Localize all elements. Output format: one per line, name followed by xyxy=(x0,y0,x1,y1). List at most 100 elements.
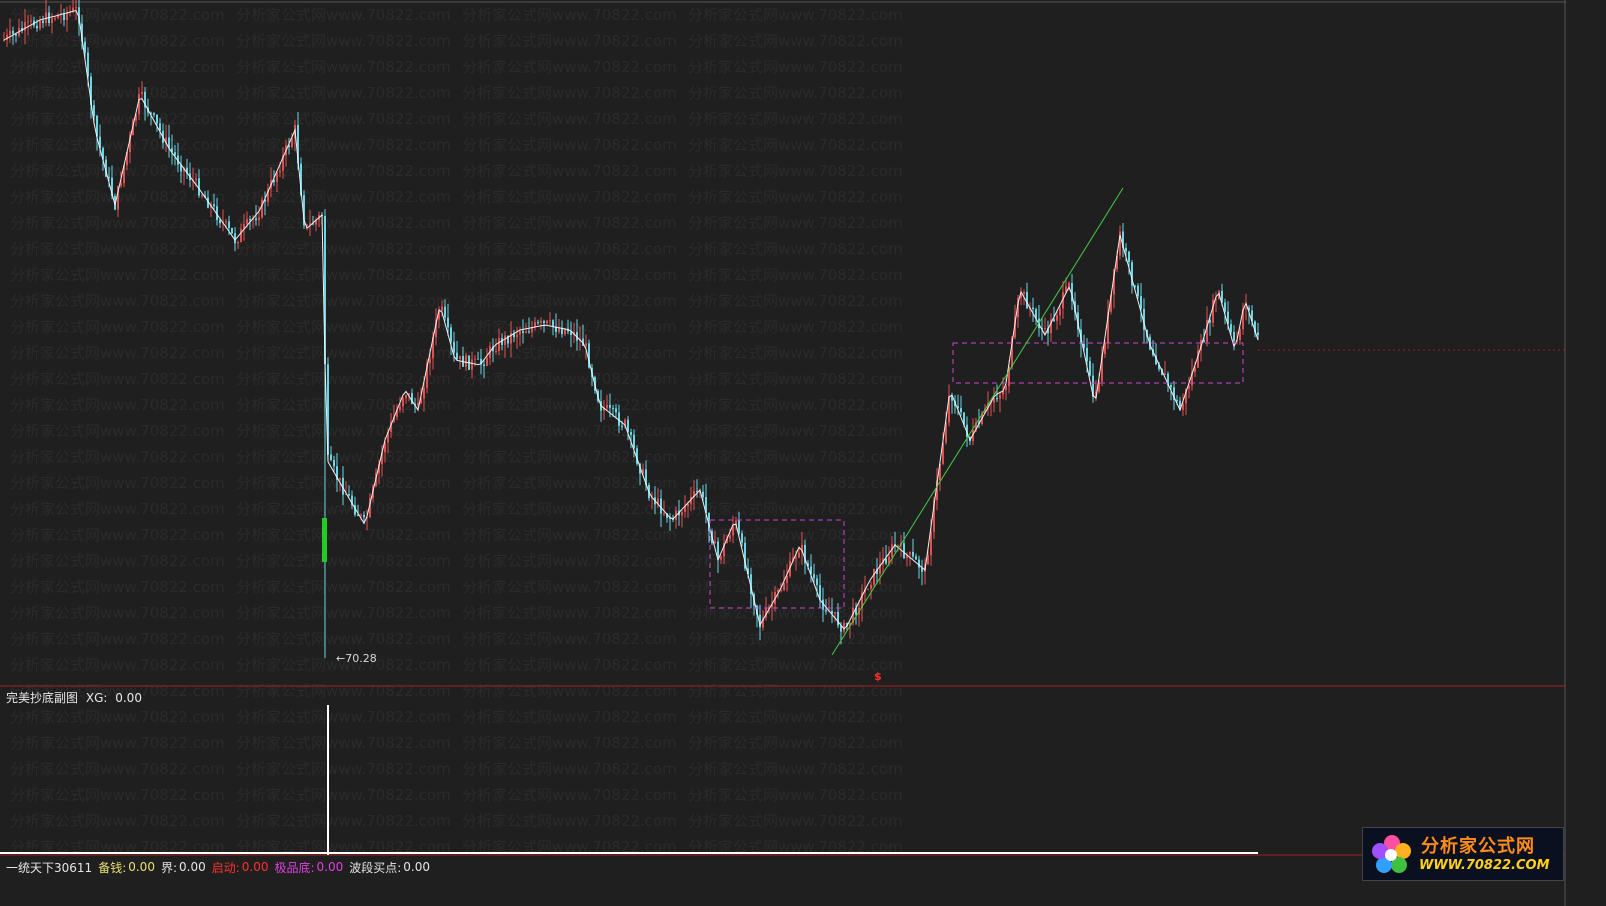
candle-body xyxy=(1140,296,1142,309)
candle-body xyxy=(1257,332,1259,336)
candle-body xyxy=(621,425,623,427)
candle-body xyxy=(549,320,551,322)
candle-body xyxy=(363,514,365,518)
candle-body xyxy=(915,556,917,560)
candle-body xyxy=(447,317,449,328)
candle-body xyxy=(1005,386,1007,391)
candle-body xyxy=(609,404,611,408)
candle-body xyxy=(240,228,242,242)
candle-body xyxy=(36,25,38,29)
candle-body xyxy=(996,398,998,400)
candle-body xyxy=(615,408,617,413)
status-label: 极品底: xyxy=(274,860,315,875)
candle-body xyxy=(540,321,542,323)
candle-body xyxy=(1086,347,1088,362)
candle-body xyxy=(39,20,41,29)
candle-body xyxy=(546,320,548,323)
status-label: 备钱: xyxy=(98,860,127,875)
candle-body xyxy=(405,395,407,399)
candle-body xyxy=(108,176,110,178)
candle-body xyxy=(1056,315,1058,321)
candle-body xyxy=(912,552,914,557)
candle-body xyxy=(813,574,815,579)
candle-body xyxy=(522,330,524,333)
candle-body xyxy=(465,355,467,367)
candle-body xyxy=(486,358,488,366)
candle-body xyxy=(960,408,962,413)
logo-title: 分析家公式网 xyxy=(1421,836,1535,857)
candle-body xyxy=(228,221,230,228)
candle-body xyxy=(999,394,1001,399)
candle-body xyxy=(348,494,350,496)
price-low-label: ←70.28 xyxy=(336,652,377,665)
candle-body xyxy=(1233,332,1235,342)
candle-body xyxy=(1023,292,1025,294)
candle-body xyxy=(54,18,56,20)
candle-body xyxy=(1224,302,1226,312)
status-label: 启动: xyxy=(211,860,240,875)
candle-body xyxy=(399,406,401,410)
candle-body xyxy=(741,533,743,543)
candle-body xyxy=(498,338,500,351)
candle-body xyxy=(339,477,341,480)
candle-body xyxy=(525,331,527,333)
xg-label: XG: xyxy=(85,691,108,705)
candlestick-chart[interactable] xyxy=(0,0,1606,906)
candle-body xyxy=(918,559,920,568)
candle-body xyxy=(246,219,248,224)
candle-body xyxy=(1089,361,1091,376)
candle-body xyxy=(477,358,479,360)
candle-body xyxy=(1026,292,1028,309)
flower-icon xyxy=(1372,835,1411,873)
status-value: 0.00 xyxy=(128,860,155,874)
candle-body xyxy=(483,364,485,366)
candle-body xyxy=(702,491,704,498)
candle-body xyxy=(471,359,473,370)
candle-body xyxy=(795,557,797,559)
candle-body xyxy=(75,7,77,9)
candle-body xyxy=(612,407,614,409)
candle-body xyxy=(738,520,740,534)
candle-body xyxy=(258,217,260,221)
candle-body xyxy=(606,404,608,408)
candle-body xyxy=(585,343,587,346)
moving-average-line xyxy=(3,9,1259,630)
candle-body xyxy=(696,490,698,492)
candle-body xyxy=(837,612,839,626)
candle-body xyxy=(834,612,836,614)
volume-green-bar xyxy=(322,518,327,562)
candle-body xyxy=(441,306,443,311)
candle-body xyxy=(1128,251,1130,263)
candle-body xyxy=(402,398,404,407)
candle-body xyxy=(543,321,545,323)
status-value: 0.00 xyxy=(316,860,344,874)
candle-body xyxy=(630,432,632,435)
candle-body xyxy=(444,306,446,318)
candle-body xyxy=(714,541,716,544)
candle-body xyxy=(66,12,68,20)
candle-body xyxy=(909,552,911,555)
candle-body xyxy=(1230,324,1232,332)
candle-body xyxy=(225,221,227,223)
candle-body xyxy=(516,334,518,338)
candle-body xyxy=(9,30,11,35)
candle-body xyxy=(42,20,44,24)
candle-body xyxy=(867,588,869,590)
candle-body xyxy=(213,204,215,207)
candle-body xyxy=(783,583,785,590)
indicator-title-bar: 完美抄底副图 XG: 0.00 xyxy=(6,689,142,706)
candle-body xyxy=(459,355,461,359)
candle-body xyxy=(453,341,455,353)
candle-body xyxy=(279,170,281,173)
candle-body xyxy=(249,219,251,220)
trend-line xyxy=(831,187,1124,656)
candle-body xyxy=(153,113,155,115)
candle-body xyxy=(1164,373,1166,375)
formula-status-bar: 一统天下30611 备钱: 0.00 界: 0.00 启动: 0.00 极品底: 0.00 波段买… xyxy=(0,858,430,876)
candle-body xyxy=(201,195,203,197)
candle-body xyxy=(333,460,335,467)
candle-body xyxy=(195,178,197,180)
candle-body xyxy=(231,227,233,234)
candles-group xyxy=(3,0,1259,658)
candle-body xyxy=(528,331,530,333)
